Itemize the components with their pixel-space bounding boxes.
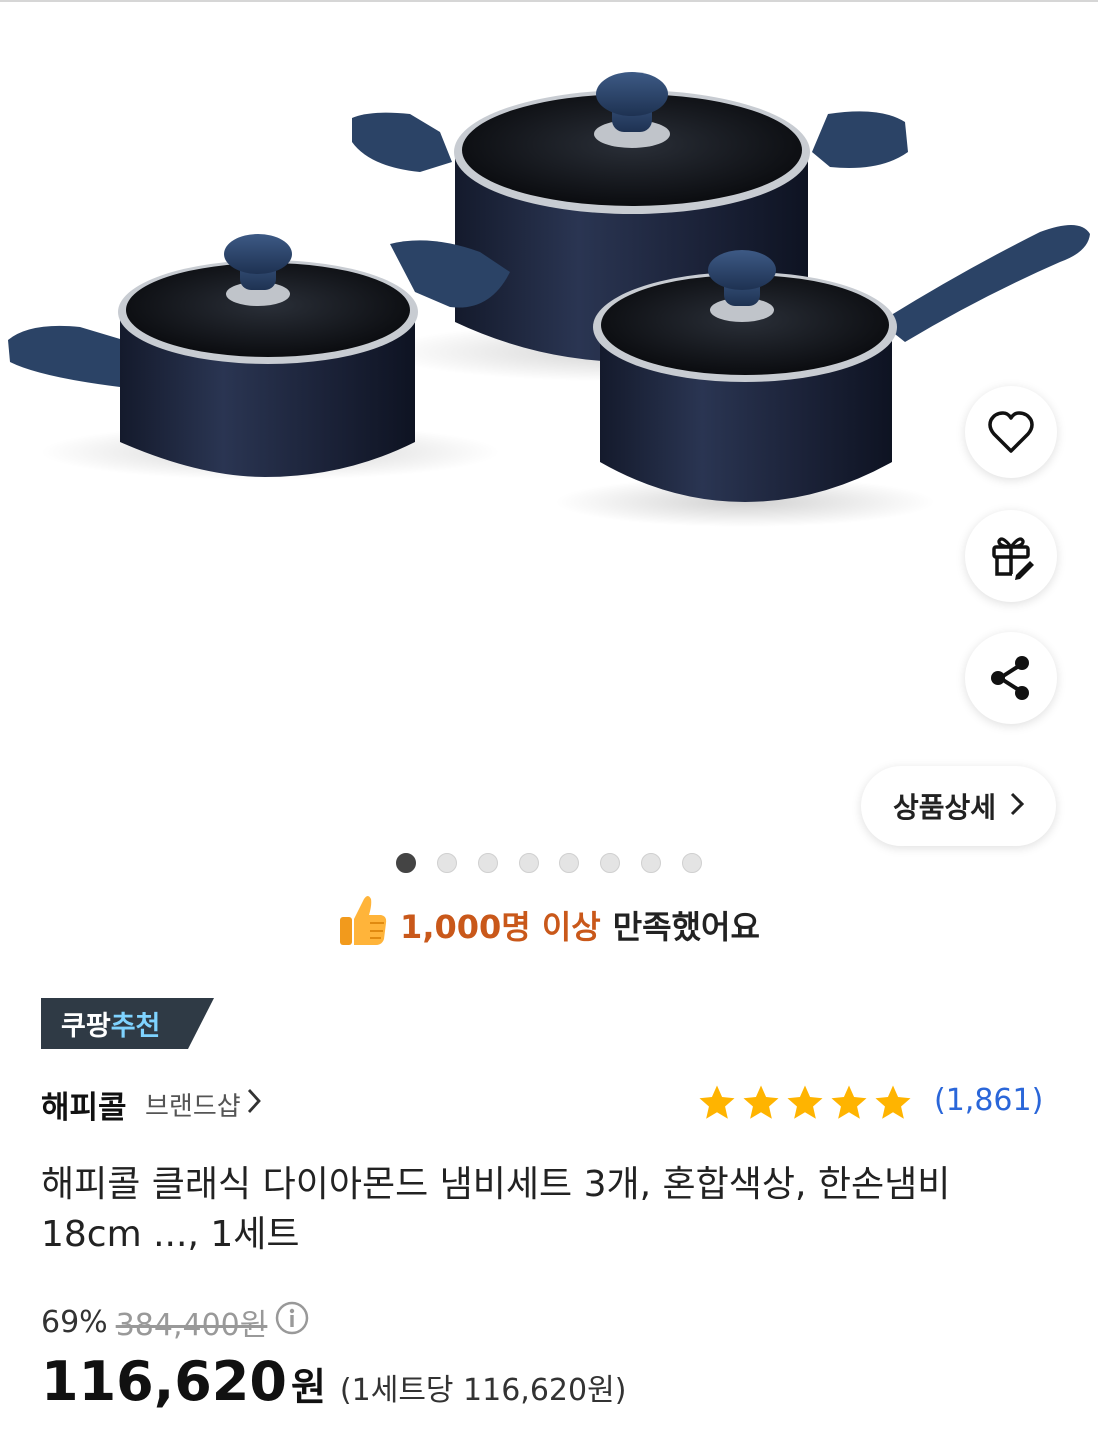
share-button[interactable] [965,632,1057,724]
current-price: 116,620 [41,1350,287,1413]
badge-part2: 추천 [110,1011,161,1042]
chevron-right-icon [1010,790,1025,823]
review-count-link[interactable]: (1,861) [934,1083,1043,1118]
brand-row: 해피콜 브랜드샵 (1,861) [41,1078,1051,1128]
rating-stars[interactable] [696,1082,914,1124]
star-icon [787,1085,823,1119]
coupang-recommend-badge: 쿠팡 추천 [41,998,214,1049]
star-icon [875,1085,911,1119]
share-icon [988,653,1034,703]
brand-name[interactable]: 해피콜 [41,1082,127,1127]
pagination-dot[interactable] [519,853,539,873]
pagination-dot[interactable] [478,853,498,873]
discount-rate: 69% [41,1304,108,1340]
star-icon [831,1085,867,1119]
product-detail-button[interactable]: 상품상세 [861,766,1056,846]
brand-shop-link[interactable]: 브랜드샵 [145,1086,261,1123]
product-title: 해피콜 클래식 다이아몬드 냄비세트 3개, 혼합색상, 한손냄비 18cm .… [41,1164,951,1255]
image-pagination[interactable] [0,853,1098,877]
product-gallery[interactable]: 상품상세 [0,2,1098,846]
satisfaction-count: 1,000명 이상 [400,908,601,946]
heart-icon [986,409,1036,455]
badge-part1: 쿠팡 [61,1011,111,1042]
satisfaction-text: 만족했어요 [612,908,760,946]
original-price: 384,400원 [115,1308,268,1343]
wishlist-button[interactable] [965,386,1057,478]
pagination-dot[interactable] [437,853,457,873]
currency-unit: 원 [290,1365,326,1409]
gift-icon [986,531,1036,581]
gift-button[interactable] [965,510,1057,602]
unit-price: (1세트당 116,620원) [339,1373,627,1408]
pagination-dot[interactable] [396,853,416,873]
product-detail-label: 상품상세 [892,791,997,824]
chevron-right-icon [247,1088,261,1121]
pagination-dot[interactable] [559,853,579,873]
thumbs-up-icon [338,893,388,957]
star-icon [699,1085,735,1119]
current-price-row: 116,620 원 (1세트당 116,620원) [41,1350,626,1413]
satisfaction-banner: 1,000명 이상 만족했어요 [0,890,1098,960]
original-price-row: 69% 384,400원 [41,1300,309,1344]
star-icon [743,1085,779,1119]
product-image [8,72,1090,527]
pagination-dot[interactable] [682,853,702,873]
info-icon[interactable] [275,1301,309,1343]
pagination-dot[interactable] [600,853,620,873]
brand-shop-label: 브랜드샵 [145,1092,241,1122]
pagination-dot[interactable] [641,853,661,873]
